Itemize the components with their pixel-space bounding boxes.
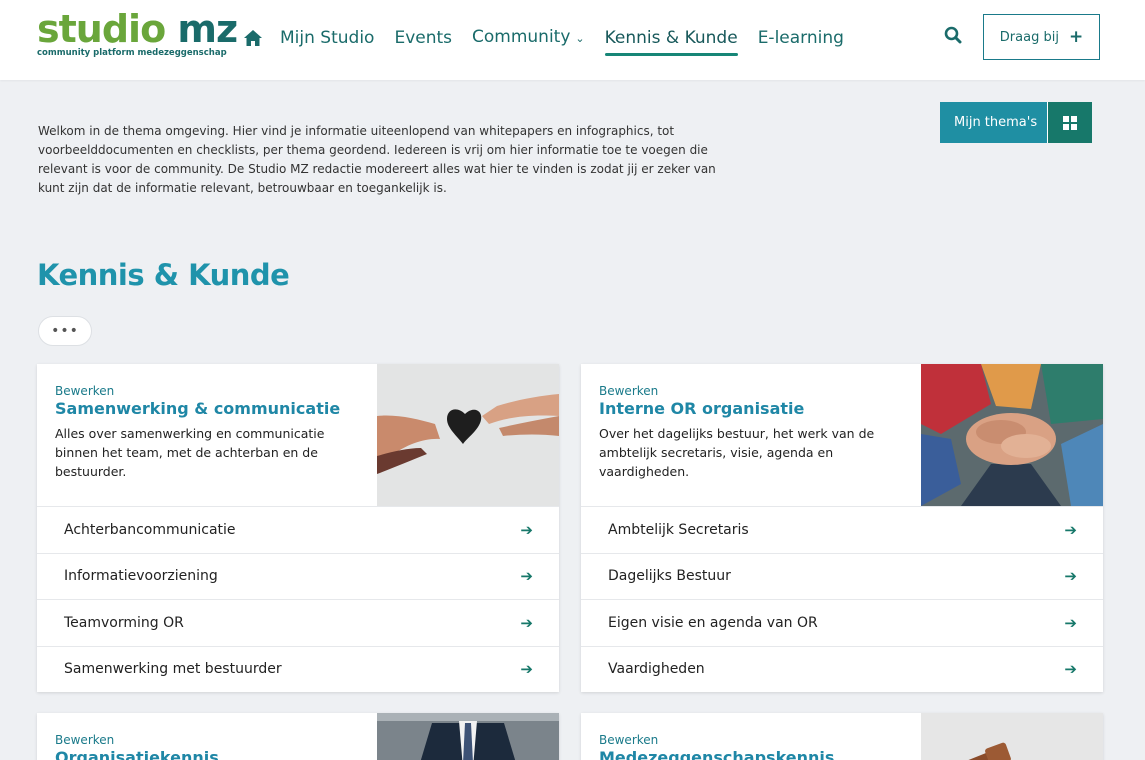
card-title[interactable]: Organisatiekennis: [55, 748, 355, 760]
arrow-right-icon: ➔: [1064, 613, 1077, 632]
mijn-themas-control: Mijn thema's: [940, 102, 1093, 143]
list-item-label: Dagelijks Bestuur: [608, 568, 731, 585]
list-item-label: Achterbancommunicatie: [64, 521, 236, 538]
list-item-label: Teamvorming OR: [64, 614, 184, 631]
theme-card: Bewerken Organisatiekennis: [37, 713, 559, 760]
theme-card: Bewerken Interne OR organisatie Over het…: [581, 364, 1103, 692]
card-description: Over het dagelijks bestuur, het werk van…: [599, 426, 875, 479]
list-item-label: Ambtelijk Secretaris: [608, 521, 749, 538]
arrow-right-icon: ➔: [520, 520, 533, 539]
more-options-button[interactable]: •••: [38, 316, 92, 346]
arrow-right-icon: ➔: [520, 660, 533, 679]
edit-link[interactable]: Bewerken: [55, 384, 355, 398]
card-title[interactable]: Medezeggenschapskennis: [599, 748, 899, 760]
edit-link[interactable]: Bewerken: [599, 384, 899, 398]
chevron-down-icon: ⌄: [575, 32, 585, 45]
nav-events[interactable]: Events: [394, 25, 452, 51]
site-header: studio mz community platform medezeggens…: [0, 0, 1145, 80]
page-title: Kennis & Kunde: [37, 258, 290, 292]
list-item[interactable]: Eigen visie en agenda van OR ➔: [581, 599, 1103, 646]
list-item[interactable]: Achterbancommunicatie ➔: [37, 506, 559, 553]
card-header: Bewerken Interne OR organisatie Over het…: [581, 364, 1103, 506]
draag-bij-label: Draag bij: [999, 29, 1059, 45]
list-item[interactable]: Samenwerking met bestuurder ➔: [37, 645, 559, 693]
card-title[interactable]: Interne OR organisatie: [599, 399, 899, 418]
arrow-right-icon: ➔: [1064, 567, 1077, 586]
mijn-themas-button[interactable]: Mijn thema's: [940, 102, 1048, 143]
gavel-image: [921, 713, 1103, 760]
nav-mijn-studio[interactable]: Mijn Studio: [280, 25, 374, 51]
card-description: Alles over samenwerking en communicatie …: [55, 426, 325, 479]
theme-card: Bewerken Medezeggenschapskennis: [581, 713, 1103, 760]
card-title[interactable]: Samenwerking & communicatie: [55, 399, 355, 418]
team-hands-image: [921, 364, 1103, 506]
logo-wordmark: studio mz: [37, 7, 238, 51]
list-item-label: Informatievoorziening: [64, 568, 218, 585]
nav-community-label: Community: [472, 27, 571, 47]
studio-mz-logo[interactable]: studio mz community platform medezeggens…: [37, 7, 238, 58]
nav-e-learning[interactable]: E-learning: [758, 25, 844, 51]
list-item[interactable]: Teamvorming OR ➔: [37, 599, 559, 646]
theme-card: Bewerken Samenwerking & communicatie All…: [37, 364, 559, 692]
nav-community[interactable]: Community ⌄: [472, 24, 585, 52]
list-item-label: Vaardigheden: [608, 661, 705, 678]
nav-kennis-kunde[interactable]: Kennis & Kunde: [604, 25, 738, 56]
list-item[interactable]: Dagelijks Bestuur ➔: [581, 552, 1103, 600]
draag-bij-button[interactable]: Draag bij +: [983, 14, 1100, 60]
card-header: Bewerken Medezeggenschapskennis: [581, 713, 1103, 760]
grid-icon[interactable]: [1047, 102, 1093, 143]
list-item-label: Samenwerking met bestuurder: [64, 661, 282, 678]
search-icon[interactable]: [944, 26, 966, 48]
card-header: Bewerken Samenwerking & communicatie All…: [37, 364, 559, 506]
plus-icon: +: [1068, 27, 1084, 47]
list-item-label: Eigen visie en agenda van OR: [608, 614, 818, 631]
arrow-right-icon: ➔: [520, 567, 533, 586]
edit-link[interactable]: Bewerken: [55, 733, 355, 747]
arrow-right-icon: ➔: [1064, 660, 1077, 679]
intro-text: Welkom in de thema omgeving. Hier vind j…: [38, 124, 716, 195]
businessman-image: [377, 713, 559, 760]
list-item[interactable]: Vaardigheden ➔: [581, 645, 1103, 693]
arrow-right-icon: ➔: [1064, 520, 1077, 539]
list-item[interactable]: Informatievoorziening ➔: [37, 552, 559, 600]
edit-link[interactable]: Bewerken: [599, 733, 899, 747]
arrow-right-icon: ➔: [520, 613, 533, 632]
main-nav: Mijn Studio Events Community ⌄ Kennis & K…: [240, 24, 864, 56]
logo-tagline: community platform medezeggenschap: [37, 48, 227, 58]
list-item[interactable]: Ambtelijk Secretaris ➔: [581, 506, 1103, 553]
card-header: Bewerken Organisatiekennis: [37, 713, 559, 760]
home-icon[interactable]: [240, 25, 266, 51]
hands-heart-image: [377, 364, 559, 506]
